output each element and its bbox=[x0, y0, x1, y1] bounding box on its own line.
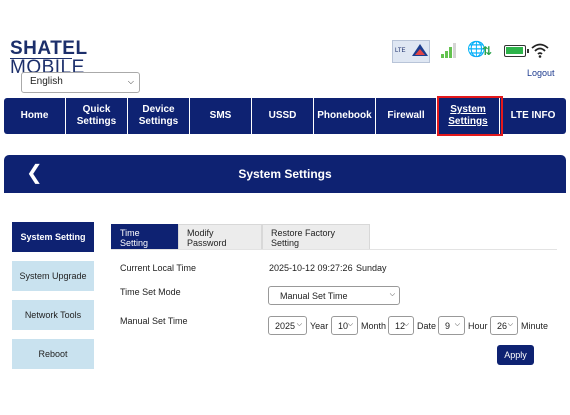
logout-link[interactable]: Logout bbox=[527, 68, 555, 78]
chevron-down-icon: ⌵ bbox=[389, 291, 395, 298]
signal-strength-icon bbox=[441, 42, 457, 58]
current-time-label: Current Local Time bbox=[120, 263, 197, 273]
time-set-mode-select[interactable]: Manual Set Time ⌵ bbox=[268, 286, 400, 305]
time-set-mode-label: Time Set Mode bbox=[120, 287, 181, 297]
current-day-value: Sunday bbox=[356, 263, 387, 273]
nav-firewall[interactable]: Firewall bbox=[376, 98, 437, 134]
tab-restore-factory-setting[interactable]: Restore Factory Setting bbox=[262, 224, 370, 250]
tab-divider bbox=[111, 249, 557, 250]
current-time-value: 2025-10-12 09:27:26 bbox=[269, 263, 353, 273]
minute-unit: Minute bbox=[521, 321, 549, 331]
nav-system-settings[interactable]: System Settings bbox=[437, 98, 500, 134]
router-admin-page: SHATEL MOBILE English ⌵ LTE 🌐 ⇅ Logout H… bbox=[0, 0, 570, 415]
wifi-icon bbox=[531, 43, 549, 58]
nav-ussd[interactable]: USSD bbox=[252, 98, 314, 134]
date-unit: Date bbox=[417, 321, 437, 331]
year-select[interactable]: 2025 ⌵ bbox=[268, 316, 307, 335]
nav-quick-settings[interactable]: Quick Settings bbox=[66, 98, 128, 134]
data-transfer-icon: ⇅ bbox=[482, 44, 493, 58]
chevron-down-icon: ⌵ bbox=[347, 321, 353, 328]
chevron-down-icon: ⌵ bbox=[507, 321, 513, 328]
language-select[interactable]: English ⌵ bbox=[21, 72, 140, 93]
page-header: ❮ System Settings bbox=[4, 155, 566, 193]
month-unit: Month bbox=[361, 321, 387, 331]
battery-icon bbox=[504, 45, 529, 57]
language-select-value: English bbox=[30, 76, 63, 87]
apply-button[interactable]: Apply bbox=[497, 345, 534, 365]
chevron-down-icon: ⌵ bbox=[403, 321, 409, 328]
main-nav: Home Quick Settings Device Settings SMS … bbox=[4, 98, 566, 134]
month-select[interactable]: 10 ⌵ bbox=[331, 316, 358, 335]
side-menu-reboot[interactable]: Reboot bbox=[12, 339, 94, 369]
hour-select[interactable]: 9 ⌵ bbox=[438, 316, 465, 335]
chevron-down-icon: ⌵ bbox=[296, 321, 302, 328]
tab-modify-password[interactable]: Modify Password bbox=[178, 224, 262, 250]
nav-phonebook[interactable]: Phonebook bbox=[314, 98, 376, 134]
minute-select[interactable]: 26 ⌵ bbox=[490, 316, 518, 335]
nav-home[interactable]: Home bbox=[4, 98, 66, 134]
hour-unit: Hour bbox=[468, 321, 488, 331]
settings-tabs: Time Setting Modify Password Restore Fac… bbox=[111, 224, 370, 250]
lte-network-icon: LTE bbox=[392, 40, 430, 63]
nav-sms[interactable]: SMS bbox=[190, 98, 252, 134]
side-menu-system-upgrade[interactable]: System Upgrade bbox=[12, 261, 94, 291]
date-select[interactable]: 12 ⌵ bbox=[388, 316, 414, 335]
page-title: System Settings bbox=[238, 167, 332, 181]
year-unit: Year bbox=[310, 321, 329, 331]
side-menu-system-setting[interactable]: System Setting bbox=[12, 222, 94, 252]
side-menu-network-tools[interactable]: Network Tools bbox=[12, 300, 94, 330]
chevron-down-icon: ⌵ bbox=[127, 77, 134, 86]
nav-device-settings[interactable]: Device Settings bbox=[128, 98, 190, 134]
manual-set-time-label: Manual Set Time bbox=[120, 316, 188, 326]
chevron-down-icon: ⌵ bbox=[454, 321, 460, 328]
nav-lte-info[interactable]: LTE INFO bbox=[500, 98, 566, 134]
tab-time-setting[interactable]: Time Setting bbox=[111, 224, 178, 250]
